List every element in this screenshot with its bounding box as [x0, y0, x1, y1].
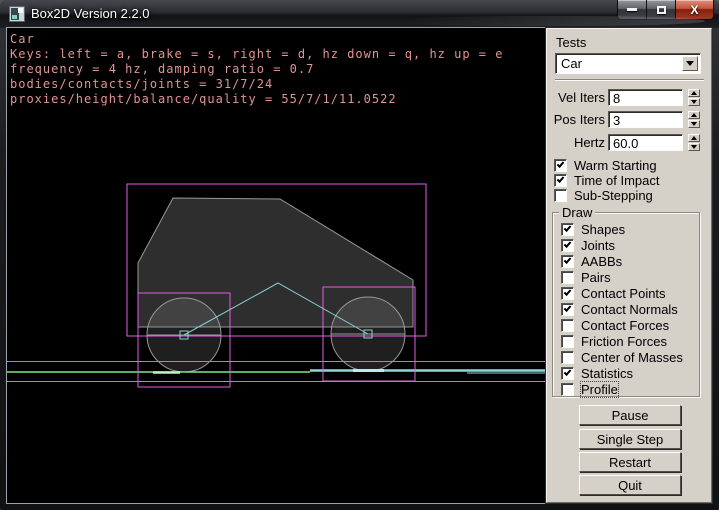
check-icon — [557, 175, 565, 183]
hertz-spinner — [688, 134, 700, 151]
proxies-stats-text: proxies/height/balance/quality = 55/7/1/… — [10, 92, 503, 107]
pause-button[interactable]: Pause — [579, 405, 681, 425]
check-icon — [564, 304, 572, 312]
tests-label: Tests — [556, 35, 586, 50]
hertz-label: Hertz — [547, 135, 605, 150]
contact-points-label: Contact Points — [581, 286, 666, 301]
pos-iters-row: Pos Iters 3 — [547, 111, 713, 128]
control-panel: Tests Car Vel Iters 8 Pos Iters 3 — [546, 28, 712, 503]
arrow-down-icon — [691, 145, 697, 149]
close-button[interactable]: X — [676, 0, 714, 20]
pairs-label: Pairs — [581, 270, 611, 285]
arrow-up-icon — [691, 113, 697, 117]
checkbox-icon — [561, 303, 574, 316]
minimize-button[interactable] — [617, 0, 647, 20]
pos-iters-label: Pos Iters — [547, 112, 605, 127]
pos-iters-spinner — [688, 111, 700, 128]
bodies-stats-text: bodies/contacts/joints = 31/7/24 — [10, 77, 503, 92]
frequency-text: frequency = 4 hz, damping ratio = 0.7 — [10, 62, 503, 77]
vel-iters-row: Vel Iters 8 — [547, 89, 713, 106]
checkbox-icon — [561, 351, 574, 364]
checkbox-icon — [561, 271, 574, 284]
checkbox-icon — [561, 223, 574, 236]
check-icon — [564, 240, 572, 248]
checkbox-icon — [561, 383, 574, 396]
hertz-row: Hertz 60.0 — [547, 134, 713, 151]
vel-iters-label: Vel Iters — [547, 90, 605, 105]
checkbox-icon — [554, 174, 567, 187]
checkbox-icon — [561, 255, 574, 268]
check-icon — [564, 224, 572, 232]
vel-iters-down-button[interactable] — [688, 98, 700, 106]
arrow-down-icon — [691, 100, 697, 104]
contact-forces-label: Contact Forces — [581, 318, 669, 333]
caption-buttons: X — [617, 0, 714, 21]
profile-label: Profile — [581, 382, 618, 397]
stats-overlay: CarKeys: left = a, brake = s, right = d,… — [10, 32, 503, 107]
checkbox-icon — [561, 239, 574, 252]
time-of-impact-label: Time of Impact — [574, 173, 659, 188]
window-title: Box2D Version 2.2.0 — [31, 6, 150, 21]
shapes-label: Shapes — [581, 222, 625, 237]
joints-label: Joints — [581, 238, 615, 253]
pos-iters-down-button[interactable] — [688, 120, 700, 128]
single-step-button[interactable]: Single Step — [579, 429, 681, 449]
draw-group-label: Draw — [559, 205, 595, 220]
checkbox-icon — [561, 287, 574, 300]
checkbox-icon — [561, 319, 574, 332]
app-window: Box2D Version 2.2.0 X — [0, 0, 719, 510]
checkbox-icon — [554, 189, 567, 202]
separator — [555, 79, 704, 81]
check-icon — [564, 288, 572, 296]
aabbs-label: AABBs — [581, 254, 622, 269]
pos-iters-up-button[interactable] — [688, 111, 700, 119]
pos-iters-input[interactable]: 3 — [608, 111, 683, 128]
keys-help-text: Keys: left = a, brake = s, right = d, hz… — [10, 47, 503, 62]
arrow-up-icon — [691, 91, 697, 95]
warm-starting-label: Warm Starting — [574, 158, 657, 173]
client-area: CarKeys: left = a, brake = s, right = d,… — [7, 28, 712, 503]
test-select-value: Car — [561, 56, 582, 71]
hertz-up-button[interactable] — [688, 134, 700, 142]
center-of-masses-label: Center of Masses — [581, 350, 683, 365]
vel-iters-input[interactable]: 8 — [608, 89, 683, 106]
friction-forces-label: Friction Forces — [581, 334, 667, 349]
checkbox-icon — [561, 335, 574, 348]
arrow-up-icon — [691, 136, 697, 140]
quit-button[interactable]: Quit — [579, 475, 681, 495]
chevron-down-icon — [686, 61, 694, 66]
statistics-label: Statistics — [581, 366, 633, 381]
sub-stepping-label: Sub-Stepping — [574, 188, 653, 203]
check-icon — [557, 160, 565, 168]
hertz-down-button[interactable] — [688, 143, 700, 151]
vel-iters-spinner — [688, 89, 700, 106]
maximize-icon — [657, 6, 666, 14]
app-icon — [9, 6, 25, 22]
contact-normals-label: Contact Normals — [581, 302, 678, 317]
restart-button[interactable]: Restart — [579, 452, 681, 472]
checkbox-icon — [554, 159, 567, 172]
checkbox-icon — [561, 367, 574, 380]
vel-iters-up-button[interactable] — [688, 89, 700, 97]
hertz-input[interactable]: 60.0 — [608, 134, 683, 151]
simulation-canvas[interactable]: CarKeys: left = a, brake = s, right = d,… — [7, 28, 546, 503]
test-select-arrow-button[interactable] — [682, 56, 698, 71]
arrow-down-icon — [691, 122, 697, 126]
test-select[interactable]: Car — [555, 53, 701, 74]
maximize-button[interactable] — [647, 0, 676, 20]
check-icon — [564, 256, 572, 264]
test-title-text: Car — [10, 32, 503, 47]
close-icon: X — [690, 4, 698, 16]
title-bar[interactable]: Box2D Version 2.2.0 X — [0, 0, 719, 28]
minimize-icon — [627, 8, 637, 11]
check-icon — [564, 368, 572, 376]
